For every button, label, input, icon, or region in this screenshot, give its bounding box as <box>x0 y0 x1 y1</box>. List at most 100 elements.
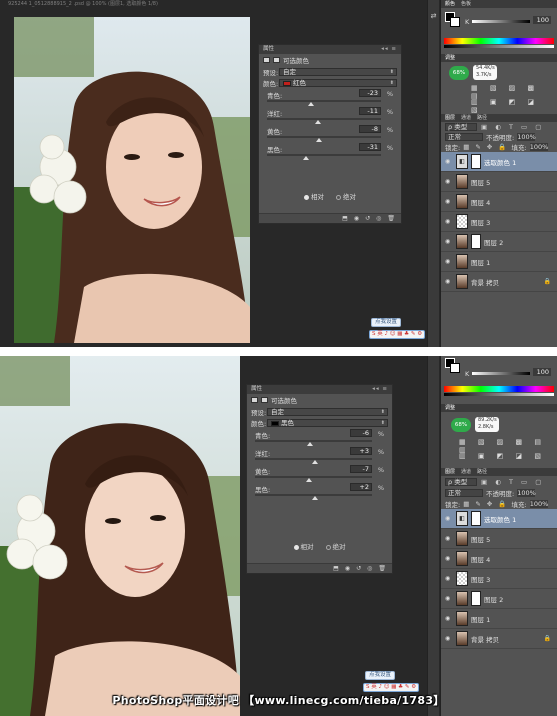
layer-thumbnail[interactable] <box>456 611 468 626</box>
tab-adjustments[interactable]: 调整 <box>445 404 455 412</box>
slider-black[interactable]: 黑色: +2 % <box>251 483 388 501</box>
absolute-radio[interactable]: 绝对 <box>325 541 346 551</box>
properties-titlebar[interactable]: 属性 ◂◂ ≡ <box>247 385 392 394</box>
slider-track[interactable] <box>255 476 372 478</box>
eye-icon[interactable]: ◉ <box>445 515 453 522</box>
layer-mask-thumbnail[interactable] <box>471 234 481 249</box>
layer-row[interactable]: ◉ 图层 5 <box>441 172 557 192</box>
photo-canvas[interactable] <box>14 17 250 343</box>
tab-swatches[interactable]: 色板 <box>461 0 471 8</box>
slider-black[interactable]: 黑色: -31 % <box>263 143 397 161</box>
layer-thumbnail[interactable] <box>456 274 468 289</box>
opacity-field[interactable]: 100% <box>517 133 536 141</box>
properties-panel[interactable]: 属性 ◂◂ ≡ 可选颜色 预设: 自定 ⬍ 颜色: 黑色 ⬍ 青色: -6 % … <box>246 384 393 574</box>
slider-thumb[interactable] <box>306 442 313 446</box>
colors-dropdown[interactable]: 红色 ⬍ <box>279 79 397 87</box>
tab-paths[interactable]: 路径 <box>477 114 487 122</box>
slider-thumb[interactable] <box>303 156 310 160</box>
eye-icon[interactable]: ◉ <box>445 158 453 165</box>
layer-thumbnail[interactable] <box>456 631 468 646</box>
view-previous-icon[interactable]: ◉ <box>345 565 350 572</box>
slider-thumb[interactable] <box>316 138 323 142</box>
properties-panel[interactable]: 属性 ◂◂ ≡ 可选颜色 预设: 自定 ⬍ 颜色: 红色 ⬍ 青色: -23 %… <box>258 44 402 224</box>
layer-thumbnail[interactable] <box>456 551 468 566</box>
eye-icon[interactable]: ◉ <box>445 238 453 245</box>
slider-value-field[interactable]: -8 <box>359 125 381 133</box>
k-slider[interactable] <box>472 372 530 375</box>
tab-layers[interactable]: 图层 <box>445 468 455 476</box>
layer-row[interactable]: ◉ 背景 拷贝 🔒 <box>441 629 557 649</box>
mask-icon[interactable] <box>261 397 268 403</box>
tab-channels[interactable]: 通道 <box>461 468 471 476</box>
clip-to-layer-icon[interactable]: ⬒ <box>333 565 339 572</box>
layer-thumbnail[interactable] <box>456 194 468 209</box>
color-spectrum[interactable] <box>444 38 554 44</box>
slider-yellow[interactable]: 黄色: -7 % <box>251 465 388 483</box>
k-value-field[interactable]: 100 <box>533 16 551 24</box>
filter-icons[interactable]: ▣ ◐ T ▭ ▢ <box>481 478 544 486</box>
slider-thumb[interactable] <box>312 460 319 464</box>
tab-channels[interactable]: 通道 <box>461 114 471 122</box>
layer-thumbnail[interactable] <box>456 571 468 586</box>
slider-magenta[interactable]: 洋红: +3 % <box>251 447 388 465</box>
slider-cyan[interactable]: 青色: -6 % <box>251 429 388 447</box>
layer-thumbnail[interactable] <box>456 591 468 606</box>
adjustment-icons-row-2[interactable]: ▥ ▣ ◩ ◪ ▧ <box>471 98 557 114</box>
document-tab-title[interactable]: 925244 1_0512888915_2 .psd @ 100% (图层1, … <box>8 0 158 9</box>
layer-mask-thumbnail[interactable] <box>471 154 481 169</box>
eye-icon[interactable]: ◉ <box>445 218 453 225</box>
layer-row[interactable]: ◉ 图层 1 <box>441 609 557 629</box>
layer-row[interactable]: ◉ ◧ 选取颜色 1 <box>441 509 557 529</box>
k-slider[interactable] <box>472 20 530 23</box>
eye-icon[interactable]: ◉ <box>445 615 453 622</box>
slider-thumb[interactable] <box>307 102 314 106</box>
filter-icons[interactable]: ▣ ◐ T ▭ ▢ <box>481 123 544 131</box>
relative-radio[interactable]: 相对 <box>304 191 324 201</box>
adjustment-layer-icon[interactable]: ◧ <box>456 154 468 169</box>
layer-row[interactable]: ◉ 图层 2 <box>441 232 557 252</box>
k-value-field[interactable]: 100 <box>533 368 551 376</box>
gray-ramp[interactable] <box>444 45 554 48</box>
color-spectrum[interactable] <box>444 386 554 392</box>
visibility-icon[interactable]: ◎ <box>376 215 381 222</box>
opacity-field[interactable]: 100% <box>517 488 536 497</box>
slider-value-field[interactable]: -11 <box>359 107 381 115</box>
layer-mask-thumbnail[interactable] <box>471 591 481 606</box>
slider-value-field[interactable]: -7 <box>350 465 372 473</box>
absolute-radio[interactable]: 绝对 <box>336 191 356 201</box>
fill-field[interactable]: 100% <box>529 143 548 151</box>
eye-icon[interactable]: ◉ <box>445 575 453 582</box>
slider-value-field[interactable]: -6 <box>350 429 372 437</box>
layer-row[interactable]: ◉ 图层 3 <box>441 212 557 232</box>
speed-badge[interactable]: 68% <box>451 418 471 432</box>
lock-icons[interactable]: ▦ ✎ ✥ 🔒 <box>463 143 508 151</box>
layer-row[interactable]: ◉ 图层 3 <box>441 569 557 589</box>
photo-canvas[interactable] <box>0 356 240 716</box>
trash-icon[interactable]: 🗑 <box>387 215 395 222</box>
trash-icon[interactable]: 🗑 <box>378 565 386 572</box>
layer-mask-thumbnail[interactable] <box>471 511 481 526</box>
slider-value-field[interactable]: +3 <box>350 447 372 455</box>
slider-value-field[interactable]: +2 <box>350 483 372 491</box>
slider-track[interactable] <box>267 100 381 102</box>
clip-to-layer-icon[interactable]: ⬒ <box>342 215 348 222</box>
layer-thumbnail[interactable] <box>456 254 468 269</box>
slider-yellow[interactable]: 黄色: -8 % <box>263 125 397 143</box>
mask-icon[interactable] <box>273 57 280 63</box>
adjustment-icons-row-2[interactable]: ▥ ▣ ◩ ◪ ▧ <box>459 452 546 460</box>
ime-settings-tip[interactable]: 点我设置 <box>371 318 402 327</box>
slider-track[interactable] <box>255 440 372 442</box>
view-previous-icon[interactable]: ◉ <box>354 215 359 222</box>
expand-icon[interactable]: ⇄ <box>428 12 439 20</box>
layer-row[interactable]: ◉ 图层 4 <box>441 192 557 212</box>
preset-dropdown[interactable]: 自定 ⬍ <box>267 408 388 416</box>
eye-icon[interactable]: ◉ <box>445 198 453 205</box>
eye-icon[interactable]: ◉ <box>445 535 453 542</box>
preset-dropdown[interactable]: 自定 ⬍ <box>279 68 397 76</box>
layer-thumbnail[interactable] <box>456 531 468 546</box>
slider-value-field[interactable]: -23 <box>359 89 381 97</box>
colors-dropdown[interactable]: 黑色 ⬍ <box>267 419 388 427</box>
background-color-swatch[interactable] <box>450 17 460 27</box>
lock-icons[interactable]: ▦ ✎ ✥ 🔒 <box>463 500 508 508</box>
blend-mode-dropdown[interactable]: 正常 <box>445 488 483 497</box>
